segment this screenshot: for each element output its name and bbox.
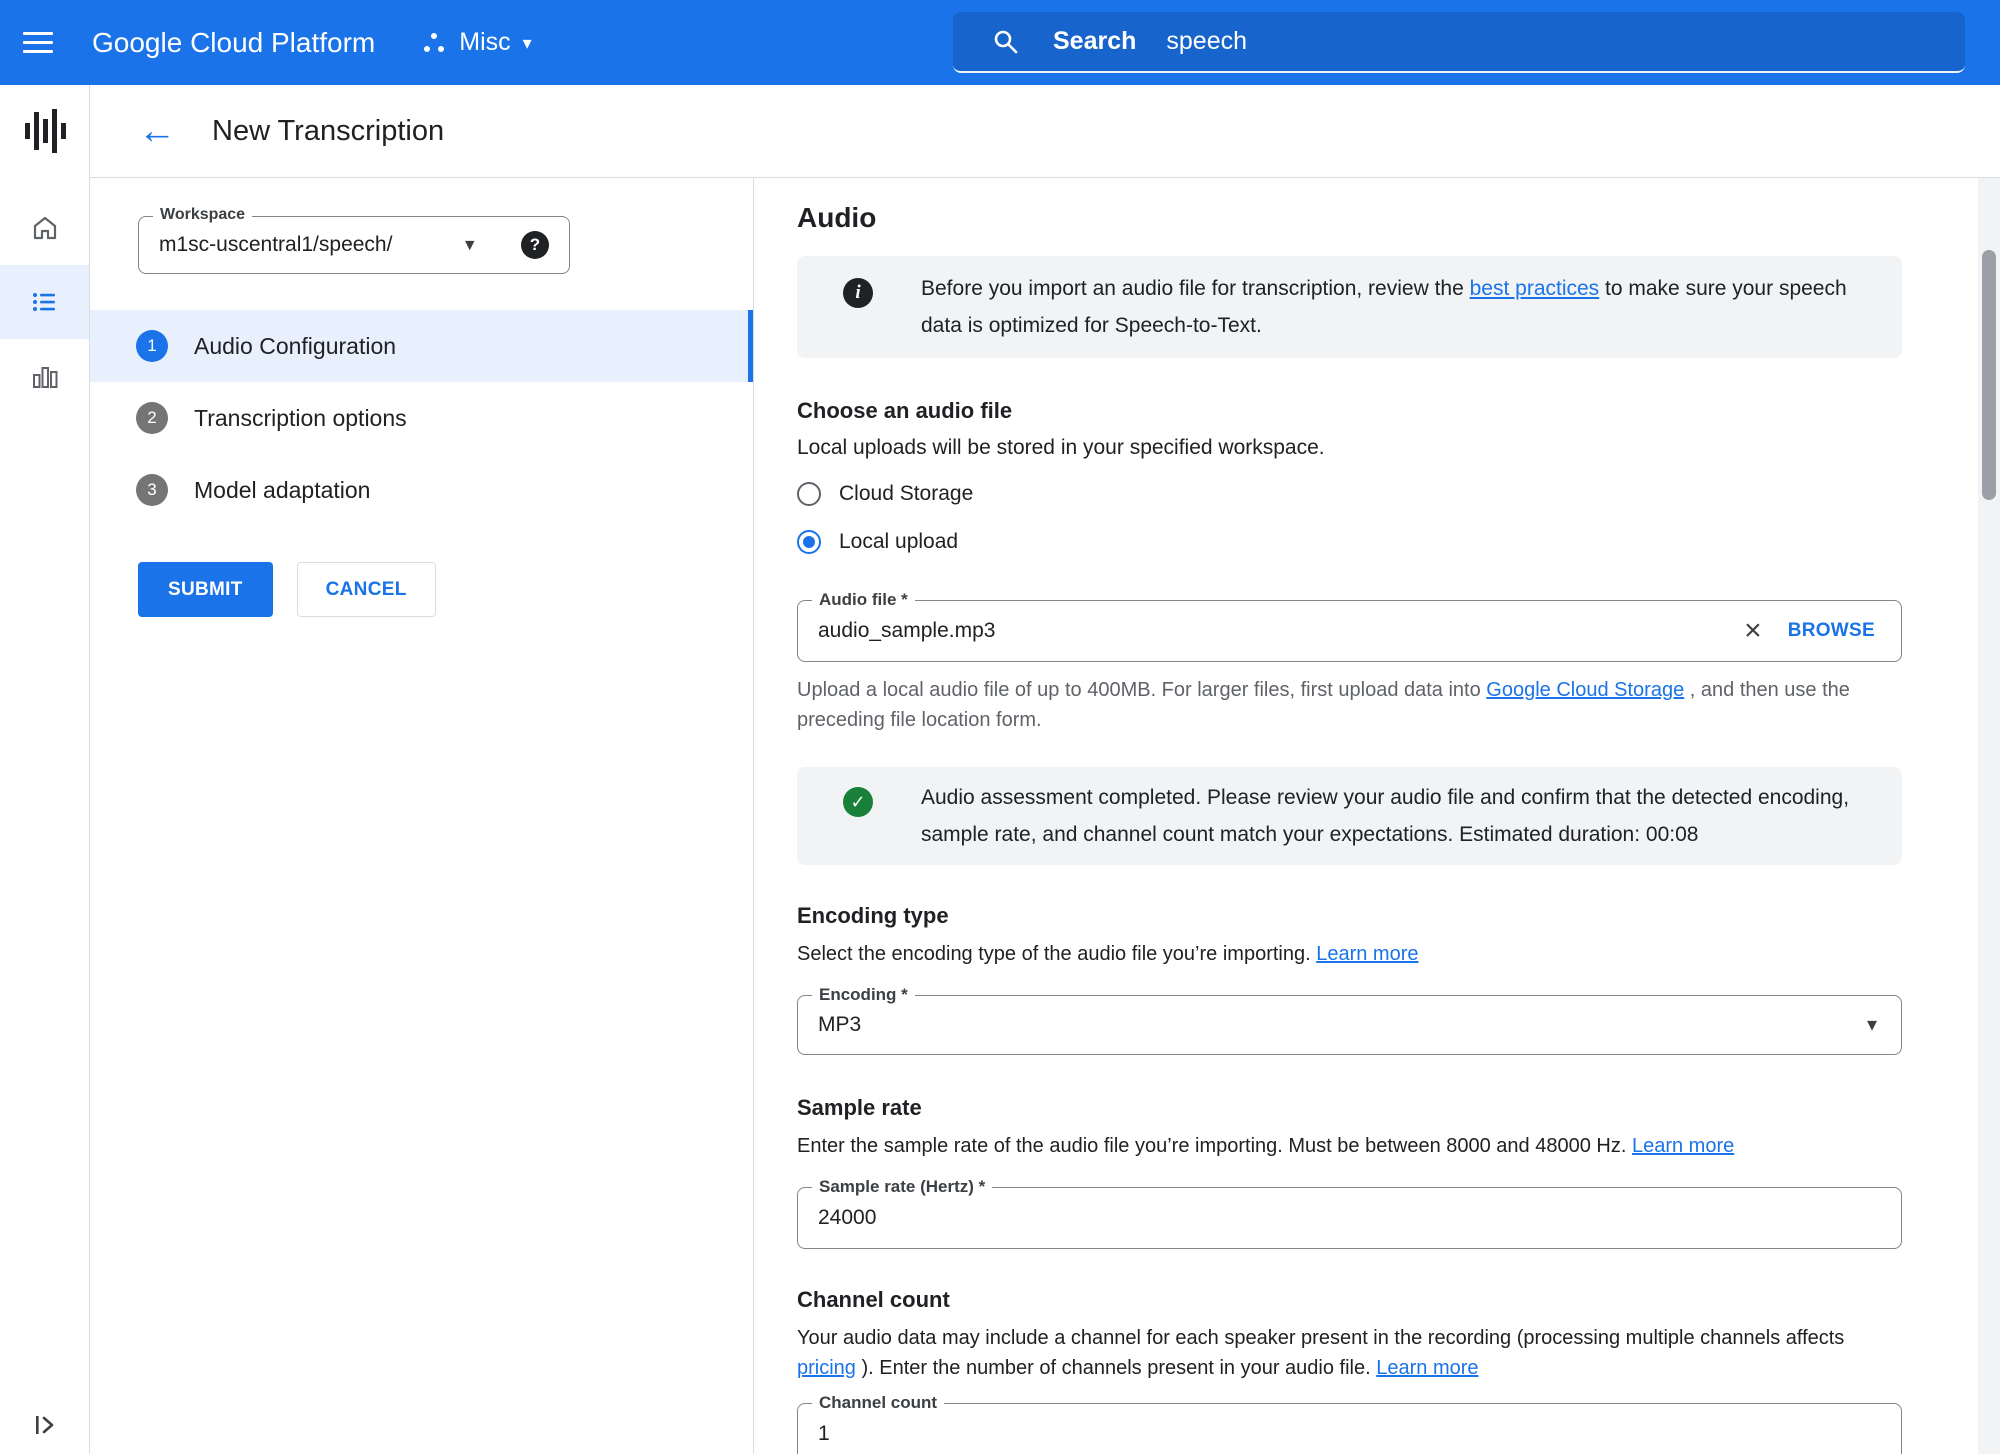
audio-source-radio-group: Cloud Storage Local upload xyxy=(797,470,1902,566)
page-title: New Transcription xyxy=(212,114,445,147)
rail-item-transcriptions[interactable] xyxy=(0,265,89,339)
search-label: Search xyxy=(1053,27,1137,55)
bar-chart-icon xyxy=(32,367,57,388)
step-label: Transcription options xyxy=(194,404,407,431)
chevron-down-icon: ▾ xyxy=(522,32,532,53)
radio-label: Cloud Storage xyxy=(839,482,974,505)
sample-rate-input[interactable] xyxy=(798,1188,1901,1248)
channel-count-label: Channel count xyxy=(812,1393,945,1413)
left-rail xyxy=(0,85,90,1454)
radio-selected-icon xyxy=(797,530,821,554)
expand-nav-button[interactable] xyxy=(0,1412,89,1438)
google-cloud-storage-link[interactable]: Google Cloud Storage xyxy=(1486,679,1684,701)
stepper-panel: Workspace m1sc-uscentral1/speech/ ▾ ? 1 … xyxy=(90,178,754,1454)
section-title-audio: Audio xyxy=(797,202,877,233)
list-icon xyxy=(32,293,55,311)
channel-count-desc: Your audio data may include a channel fo… xyxy=(797,1323,1902,1383)
browse-button[interactable]: BROWSE xyxy=(1788,620,1875,642)
info-icon: i xyxy=(843,278,873,308)
audio-file-helper-text: Upload a local audio file of up to 400MB… xyxy=(797,675,1902,735)
best-practices-link[interactable]: best practices xyxy=(1470,277,1600,300)
radio-option-cloud-storage[interactable]: Cloud Storage xyxy=(797,470,1902,518)
check-circle-icon: ✓ xyxy=(843,787,873,817)
info-banner-text: Before you import an audio file for tran… xyxy=(921,270,1858,344)
channel-count-input[interactable] xyxy=(798,1404,1901,1454)
panel-open-icon xyxy=(35,1416,53,1434)
chevron-down-icon: ▾ xyxy=(1866,1014,1877,1036)
step-model-adaptation[interactable]: 3 Model adaptation xyxy=(90,454,753,526)
step-number: 3 xyxy=(136,474,168,506)
encoding-label: Encoding * xyxy=(812,985,915,1005)
page-header: ← New Transcription xyxy=(90,85,2000,178)
sample-rate-learn-more-link[interactable]: Learn more xyxy=(1632,1135,1734,1157)
chevron-down-icon: ▾ xyxy=(465,234,475,256)
help-icon[interactable]: ? xyxy=(521,231,549,259)
scrollbar-thumb[interactable] xyxy=(1982,250,1996,500)
main-content: Audio i Before you import an audio file … xyxy=(755,178,1978,1454)
search-icon xyxy=(991,27,1021,57)
brand-logo[interactable]: Google Cloud Platform xyxy=(92,27,375,59)
sample-rate-label: Sample rate (Hertz) * xyxy=(812,1177,993,1197)
step-label: Model adaptation xyxy=(194,476,371,503)
step-audio-configuration[interactable]: 1 Audio Configuration xyxy=(90,310,753,382)
waveform-icon xyxy=(24,109,66,153)
radio-option-local-upload[interactable]: Local upload xyxy=(797,518,1902,566)
info-text-before: Before you import an audio file for tran… xyxy=(921,277,1464,300)
info-banner: i Before you import an audio file for tr… xyxy=(797,256,1902,358)
project-name: Misc xyxy=(459,28,511,56)
channel-count-field: Channel count xyxy=(797,1393,1902,1454)
cancel-button[interactable]: CANCEL xyxy=(296,562,436,617)
steps-list: 1 Audio Configuration 2 Transcription op… xyxy=(90,310,753,526)
step-number: 2 xyxy=(136,402,168,434)
form-actions: SUBMIT CANCEL xyxy=(138,562,753,617)
helper-text-before: Upload a local audio file of up to 400MB… xyxy=(797,679,1481,701)
encoding-value: MP3 xyxy=(818,1013,862,1036)
step-number: 1 xyxy=(136,330,168,362)
encoding-heading: Encoding type xyxy=(797,903,949,928)
choose-audio-file-heading: Choose an audio file xyxy=(797,398,1013,423)
project-icon xyxy=(424,32,445,52)
encoding-desc: Select the encoding type of the audio fi… xyxy=(797,939,1902,969)
assessment-text: Audio assessment completed. Please revie… xyxy=(921,786,1850,846)
home-icon xyxy=(33,216,56,240)
rail-item-resources[interactable] xyxy=(0,339,89,413)
pricing-link[interactable]: pricing xyxy=(797,1357,856,1379)
audio-file-input[interactable] xyxy=(798,601,1735,661)
speech-to-text-logo xyxy=(0,85,89,177)
channel-count-heading: Channel count xyxy=(797,1287,950,1312)
sample-rate-field: Sample rate (Hertz) * xyxy=(797,1177,1902,1249)
rail-nav xyxy=(0,191,89,413)
app-header: Google Cloud Platform Misc ▾ Search spee… xyxy=(0,0,2000,85)
sample-rate-heading: Sample rate xyxy=(797,1095,922,1120)
radio-unselected-icon xyxy=(797,482,821,506)
channel-count-desc-after: ). Enter the number of channels present … xyxy=(861,1357,1371,1379)
step-label: Audio Configuration xyxy=(194,332,397,359)
radio-label: Local upload xyxy=(839,530,959,553)
search-bar[interactable]: Search speech xyxy=(953,12,1965,73)
choose-audio-file-subtext: Local uploads will be stored in your spe… xyxy=(797,436,1325,459)
project-switcher[interactable]: Misc ▾ xyxy=(421,28,532,57)
audio-file-field: Audio file * × BROWSE xyxy=(797,590,1902,662)
sample-rate-desc-text: Enter the sample rate of the audio file … xyxy=(797,1135,1627,1157)
channel-count-desc-before: Your audio data may include a channel fo… xyxy=(797,1327,1845,1349)
workspace-value: m1sc-uscentral1/speech/ xyxy=(159,233,393,256)
workspace-label: Workspace xyxy=(153,206,253,224)
workspace-select[interactable]: Workspace m1sc-uscentral1/speech/ ▾ ? xyxy=(138,206,570,274)
audio-file-label: Audio file * xyxy=(812,590,915,610)
encoding-learn-more-link[interactable]: Learn more xyxy=(1316,943,1418,965)
scrollbar[interactable] xyxy=(1978,178,2000,1454)
rail-item-home[interactable] xyxy=(0,191,89,265)
menu-button[interactable] xyxy=(0,0,76,85)
encoding-desc-text: Select the encoding type of the audio fi… xyxy=(797,943,1311,965)
submit-button[interactable]: SUBMIT xyxy=(138,562,273,617)
clear-file-button[interactable]: × xyxy=(1734,616,1772,646)
step-transcription-options[interactable]: 2 Transcription options xyxy=(90,382,753,454)
sample-rate-desc: Enter the sample rate of the audio file … xyxy=(797,1131,1902,1161)
encoding-select[interactable]: Encoding * MP3 ▾ xyxy=(797,985,1902,1055)
channel-count-learn-more-link[interactable]: Learn more xyxy=(1376,1357,1478,1379)
back-button[interactable]: ← xyxy=(138,112,176,150)
assessment-banner: ✓ Audio assessment completed. Please rev… xyxy=(797,767,1902,865)
hamburger-icon xyxy=(23,32,53,53)
search-query: speech xyxy=(1166,27,1248,55)
